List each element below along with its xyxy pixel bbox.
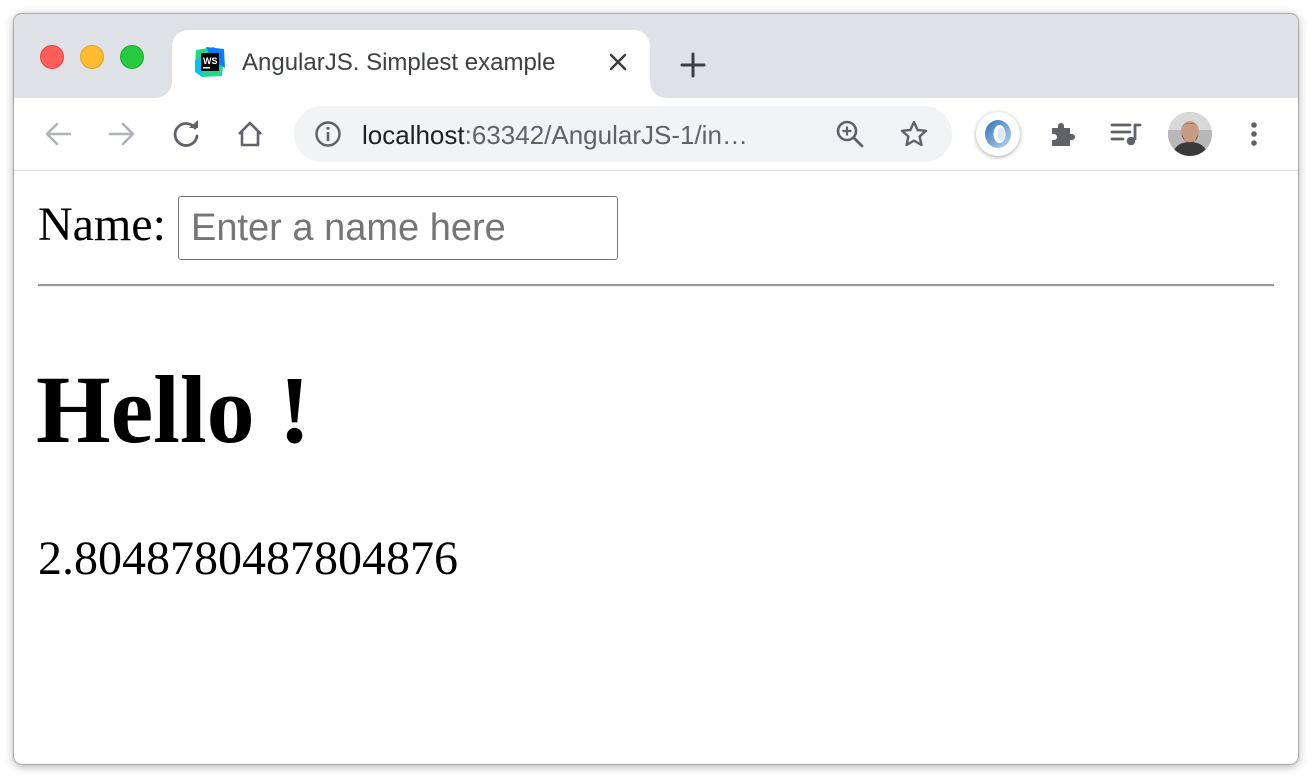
- url-path: :63342/AngularJS-1/in…: [464, 120, 748, 150]
- zoom-icon[interactable]: [834, 118, 866, 150]
- kebab-menu-icon[interactable]: [1234, 114, 1274, 154]
- window-maximize-button[interactable]: [120, 45, 144, 69]
- star-icon[interactable]: [898, 118, 930, 150]
- page-content: Name: Hello ! 2.8048780487804876: [14, 171, 1298, 764]
- tab-close-icon[interactable]: [602, 46, 634, 78]
- window-close-button[interactable]: [40, 45, 64, 69]
- name-label: Name:: [38, 198, 166, 251]
- profile-avatar[interactable]: [1168, 112, 1212, 156]
- back-arrow-icon[interactable]: [38, 114, 78, 154]
- url-host: localhost: [362, 120, 465, 150]
- computed-number: 2.8048780487804876: [38, 532, 458, 585]
- window-minimize-button[interactable]: [80, 45, 104, 69]
- home-icon[interactable]: [230, 114, 270, 154]
- name-input[interactable]: [178, 196, 618, 260]
- puzzle-icon[interactable]: [1042, 114, 1082, 154]
- info-icon[interactable]: [312, 118, 344, 150]
- webstorm-favicon-icon: WS: [194, 46, 226, 78]
- tab-strip: WS AngularJS. Simplest example: [14, 14, 1298, 98]
- media-queue-icon[interactable]: [1106, 114, 1146, 154]
- forward-arrow-icon[interactable]: [102, 114, 142, 154]
- tab-title: AngularJS. Simplest example: [242, 49, 556, 76]
- address-bar[interactable]: localhost:63342/AngularJS-1/in…: [294, 106, 952, 162]
- url-text: localhost:63342/AngularJS-1/in…: [362, 120, 748, 151]
- tab-angularjs[interactable]: WS AngularJS. Simplest example: [156, 30, 666, 98]
- browser-window: WS AngularJS. Simplest example localhost…: [14, 14, 1298, 764]
- reload-icon[interactable]: [166, 114, 206, 154]
- new-tab-plus-icon[interactable]: [674, 46, 712, 84]
- hello-heading: Hello !: [36, 356, 311, 463]
- extension-ring-icon[interactable]: [976, 112, 1020, 156]
- favicon-label: WS: [203, 56, 218, 66]
- browser-toolbar: localhost:63342/AngularJS-1/in…: [14, 98, 1298, 171]
- horizontal-rule: [38, 284, 1274, 287]
